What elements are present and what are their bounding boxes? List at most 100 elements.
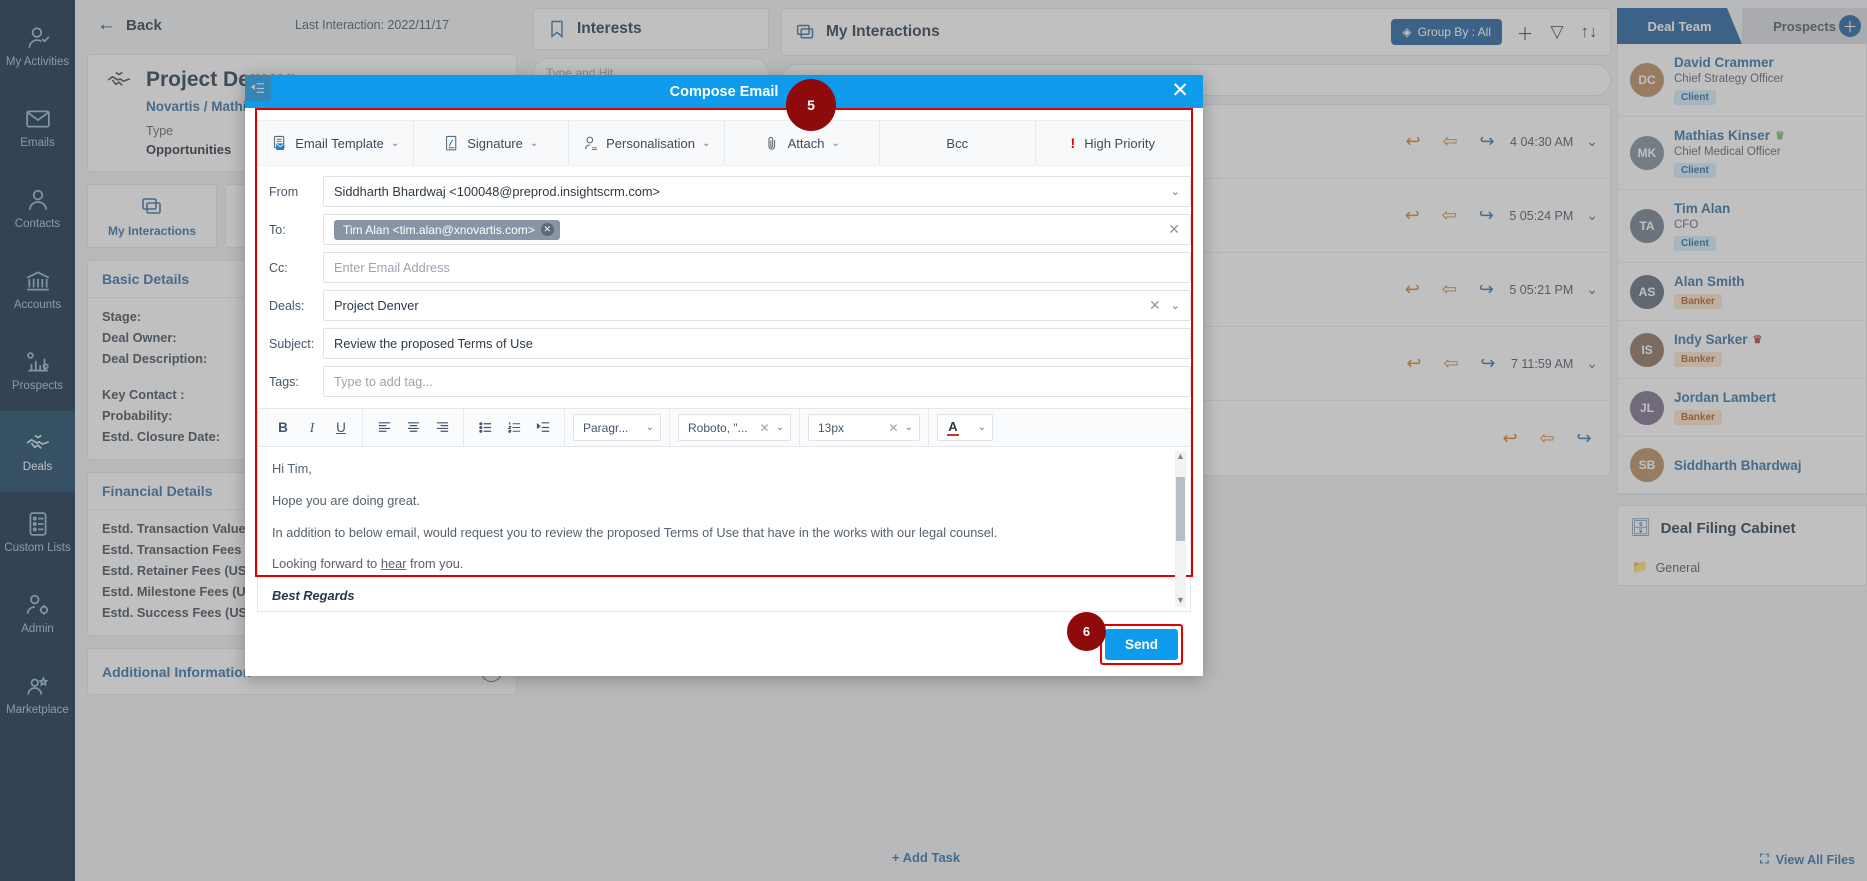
clear-deals-icon[interactable]: ✕ [1149, 297, 1161, 314]
rich-text-editor: B I U Paragr... ⌄ Roboto, "... ✕ ⌄ 13px … [245, 75, 1191, 612]
subject-row: Subject: Review the proposed Terms of Us… [257, 328, 1191, 359]
highlight-box-send: Send [1099, 623, 1183, 665]
size-select-group: 13px ✕ ⌄ [800, 409, 929, 446]
toolbar-label: Attach [787, 135, 825, 151]
from-label: From [269, 184, 299, 199]
personalisation-icon [585, 136, 597, 150]
chevron-down-icon[interactable]: ⌄ [1171, 299, 1180, 312]
tags-label: Tags: [269, 374, 299, 389]
compose-toolbar: Email Template ⌄ Signature ⌄ Personalisa… [257, 120, 1191, 166]
recipient-chip: Tim Alan <tim.alan@xnovartis.com> ✕ [334, 219, 560, 240]
scroll-down-icon[interactable]: ▼ [1176, 594, 1185, 608]
clear-font-icon[interactable]: ✕ [760, 421, 770, 435]
personalisation-button[interactable]: Personalisation ⌄ [569, 121, 725, 165]
modal-footer: Send [245, 612, 1203, 676]
bullet-list-icon[interactable] [472, 415, 498, 441]
toolbar-label: Signature [467, 135, 523, 151]
cc-field[interactable]: Enter Email Address [323, 252, 1191, 283]
to-field[interactable]: Tim Alan <tim.alan@xnovartis.com> ✕ ✕ [323, 214, 1191, 245]
paragraph-select[interactable]: Paragr... ⌄ [573, 414, 661, 441]
tags-placeholder: Type to add tag... [334, 374, 433, 389]
deals-label: Deals: [269, 298, 305, 313]
body-line-2: Hope you are doing great. [272, 492, 420, 508]
editor-toolbar: B I U Paragr... ⌄ Roboto, "... ✕ ⌄ 13px … [245, 75, 1190, 447]
body-line-3: In addition to below email, would reques… [272, 524, 998, 540]
signature-button[interactable]: Signature ⌄ [414, 121, 569, 165]
list-group [245, 75, 565, 446]
outdent-icon[interactable] [245, 75, 271, 101]
compose-email-modal: Compose Email ✕ Email Template ⌄ Signatu… [245, 75, 1203, 676]
clear-to-icon[interactable]: ✕ [1168, 221, 1180, 238]
email-template-icon [274, 135, 285, 150]
chevron-down-icon: ⌄ [775, 422, 784, 433]
close-icon[interactable]: ✕ [1171, 80, 1189, 101]
align-left-icon[interactable] [371, 415, 397, 441]
chevron-down-icon: ⌄ [529, 137, 539, 149]
modal-title: Compose Email [669, 83, 779, 100]
modal-header: Compose Email ✕ [245, 75, 1203, 108]
underline-button[interactable]: U [328, 415, 354, 441]
font-value: Roboto, "... [688, 420, 748, 435]
body-line-4: Looking forward to hear from you. [272, 554, 1176, 574]
subject-label: Subject: [269, 336, 315, 351]
toolbar-label: Bcc [946, 135, 969, 151]
chevron-down-icon: ⌄ [390, 137, 400, 149]
text-style-group: B I U [262, 409, 363, 446]
deals-field[interactable]: Project Denver ✕ ⌄ [323, 290, 1191, 321]
paragraph-value: Paragr... [583, 420, 629, 435]
font-color-select[interactable]: A ⌄ [937, 414, 993, 441]
deals-row: Deals: Project Denver ✕ ⌄ [257, 290, 1191, 321]
font-color-letter: A [948, 418, 958, 434]
alignment-group [363, 409, 464, 446]
align-center-icon[interactable] [400, 415, 426, 441]
remove-recipient-icon[interactable]: ✕ [540, 223, 554, 236]
from-field[interactable]: Siddharth Bhardwaj <100048@preprod.insig… [323, 176, 1191, 207]
font-color-icon: A [947, 420, 959, 436]
chevron-down-icon: ⌄ [645, 422, 654, 433]
body-signoff: Best Regards [272, 588, 355, 604]
to-label: To: [269, 222, 286, 237]
chevron-down-icon: ⌄ [977, 422, 986, 433]
font-size-select[interactable]: 13px ✕ ⌄ [808, 414, 920, 441]
bold-button[interactable]: B [270, 415, 296, 441]
body-line-1: Hi Tim, [272, 461, 312, 476]
step-marker-6: 6 [1067, 612, 1106, 651]
from-row: From Siddharth Bhardwaj <100048@preprod.… [257, 176, 1191, 207]
align-right-icon[interactable] [429, 415, 455, 441]
email-template-button[interactable]: Email Template ⌄ [258, 121, 414, 165]
toolbar-label: High Priority [1084, 135, 1155, 151]
deals-value: Project Denver [334, 298, 419, 313]
cc-placeholder: Enter Email Address [334, 260, 450, 275]
email-body-editor[interactable]: Hi Tim, Hope you are doing great. In add… [258, 447, 1190, 611]
toolbar-label: Email Template [295, 135, 384, 151]
compose-form: From Siddharth Bhardwaj <100048@preprod.… [245, 166, 1203, 404]
clear-size-icon[interactable]: ✕ [889, 421, 899, 435]
exclamation-icon: ! [1070, 135, 1076, 151]
chevron-down-icon[interactable]: ⌄ [1171, 185, 1180, 198]
send-button[interactable]: Send [1104, 628, 1178, 660]
body-line-4-link[interactable]: hear [381, 556, 407, 571]
font-select-group: Roboto, "... ✕ ⌄ [670, 409, 800, 446]
font-family-select[interactable]: Roboto, "... ✕ ⌄ [678, 414, 791, 441]
chevron-down-icon: ⌄ [904, 422, 913, 433]
bcc-button[interactable]: Bcc [880, 121, 1036, 165]
subject-field[interactable]: Review the proposed Terms of Use [323, 328, 1191, 359]
tags-field[interactable]: Type to add tag... [323, 366, 1191, 397]
font-color-group: A ⌄ [929, 409, 1001, 446]
cc-label: Cc: [269, 260, 288, 275]
numbered-list-icon[interactable] [501, 415, 527, 441]
editor-scrollbar[interactable]: ▲ ▼ [1175, 451, 1186, 607]
italic-button[interactable]: I [299, 415, 325, 441]
scroll-up-icon[interactable]: ▲ [1176, 450, 1185, 464]
scrollbar-thumb[interactable] [1176, 477, 1185, 541]
chevron-down-icon: ⌄ [831, 137, 840, 149]
paperclip-icon [768, 136, 775, 150]
high-priority-button[interactable]: ! High Priority [1036, 121, 1191, 165]
indent-icon[interactable] [530, 415, 556, 441]
application-root: My Activities Emails Contacts Accounts P… [0, 0, 1867, 881]
paragraph-select-group: Paragr... ⌄ [565, 409, 670, 446]
signature-icon [446, 135, 457, 150]
chevron-down-icon: ⌄ [702, 137, 711, 149]
body-line-4-pre: Looking forward to [272, 556, 381, 572]
toolbar-label: Personalisation [606, 135, 695, 151]
